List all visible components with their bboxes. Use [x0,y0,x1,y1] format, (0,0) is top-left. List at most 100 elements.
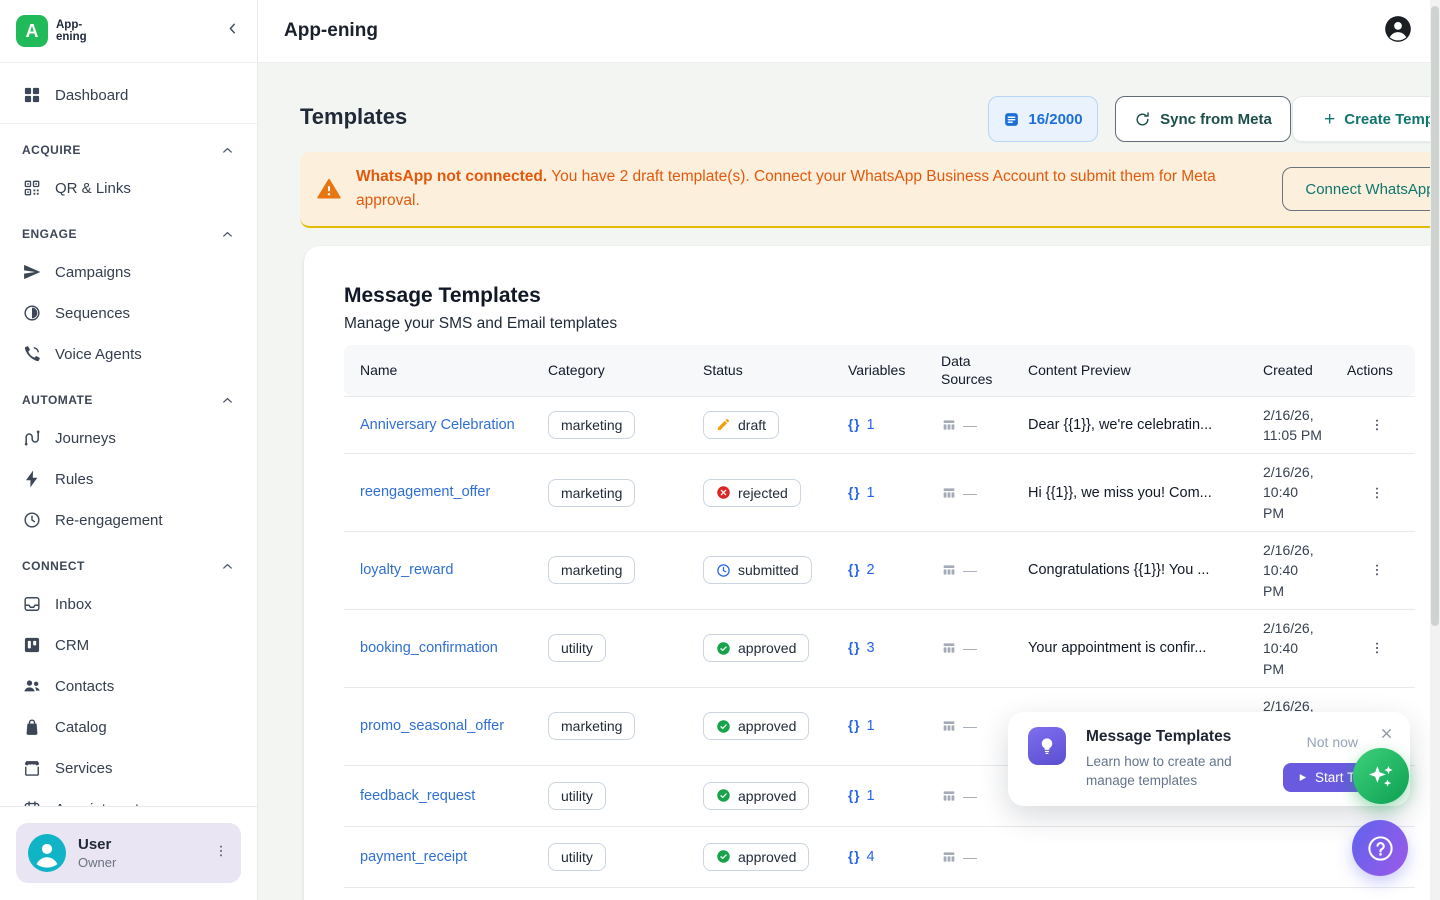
app-root: A App- ening Dashboard ACQUIREQR & Links E… [0,0,1440,900]
ai-assistant-fab[interactable] [1353,748,1409,804]
section-label: AUTOMATE [22,393,93,407]
category-chip: marketing [548,556,635,584]
app-logo[interactable]: A App- ening [16,15,87,47]
variable-count: 4 [867,849,875,865]
status-badge-rejected: rejected [703,479,801,507]
approved-status-icon [716,849,731,864]
not-now-button[interactable]: Not now [1307,734,1358,750]
warning-triangle-icon [316,176,342,202]
variable-count: 3 [867,640,875,656]
onboarding-popup: Message Templates Learn how to create an… [1008,712,1410,806]
sidebar-item-inbox[interactable]: Inbox [12,584,245,624]
sidebar-section-acquire[interactable]: ACQUIRE [12,132,245,168]
page-title: Templates [300,104,407,130]
sidebar-item-label: Contacts [55,678,114,695]
column-header-category: Category [532,345,687,396]
sidebar-section-connect[interactable]: CONNECT [12,548,245,584]
sidebar-item-rules[interactable]: Rules [12,459,245,499]
user-menu-button[interactable] [213,843,229,864]
kebab-menu-icon [1369,485,1385,501]
sidebar-item-label: CRM [55,637,89,654]
dashboard-icon [22,85,42,105]
column-header-variables: Variables [832,345,925,396]
scrollbar-thumb[interactable] [1431,6,1439,626]
sparkles-icon [1365,760,1397,792]
content-preview: Welcome to Glow and Grac... [1012,887,1247,900]
chevron-up-icon [220,559,235,574]
created-date: 2/16/26, 10:40 PM [1263,542,1314,599]
section-label: ENGAGE [22,227,77,241]
row-actions-button[interactable] [1369,562,1385,578]
template-name-link[interactable]: reengagement_offer [360,484,490,500]
template-name-link[interactable]: booking_confirmation [360,640,498,656]
app-logo-icon: A [16,15,48,47]
user-role: Owner [78,855,116,870]
sidebar-item-qr-links[interactable]: QR & Links [12,168,245,208]
data-sources-value: — [963,849,977,865]
sync-from-meta-button[interactable]: Sync from Meta [1115,96,1291,142]
help-fab[interactable] [1352,820,1408,876]
sidebar-item-services[interactable]: Services [12,748,245,788]
play-icon [1297,772,1308,783]
column-header-created: Created [1247,345,1331,396]
created-date: 2/16/26, 10:40 PM [1263,620,1314,677]
user-avatar [28,834,66,872]
template-quota-badge[interactable]: 16/2000 [988,96,1098,142]
sidebar-item-label: Sequences [55,305,130,322]
page-scrollbar[interactable] [1430,0,1440,900]
table-columns-icon [941,788,957,804]
data-sources-value: — [963,485,977,501]
column-header-data-sources: Data Sources [925,345,1012,396]
template-name-link[interactable]: Anniversary Celebration [360,417,515,433]
chevron-up-icon [220,393,235,408]
approved-status-icon [716,641,731,656]
template-name-link[interactable]: feedback_request [360,788,475,804]
table-columns-icon [941,640,957,656]
row-actions-button[interactable] [1369,417,1385,433]
row-actions-button[interactable] [1369,485,1385,501]
table-columns-icon [941,718,957,734]
created-date: 2/16/26, 10:40 PM [1263,464,1314,521]
template-name-link[interactable]: payment_receipt [360,849,467,865]
status-badge-approved: approved [703,843,809,871]
create-template-button[interactable]: + Create Template [1292,96,1440,142]
row-actions-button[interactable] [1369,640,1385,656]
braces-icon: {} [848,417,861,432]
template-name-link[interactable]: loyalty_reward [360,562,454,578]
content-preview: Hi {{1}}, we miss you! Com... [1012,454,1247,532]
sidebar-section-automate[interactable]: AUTOMATE [12,382,245,418]
sidebar-section-engage[interactable]: ENGAGE [12,216,245,252]
table-columns-icon [941,849,957,865]
popup-description: Learn how to create and manage templates [1086,752,1264,790]
content-preview: Dear {{1}}, we're celebratin... [1012,396,1247,454]
sidebar-item-contacts[interactable]: Contacts [12,666,245,706]
account-avatar-button[interactable] [1384,15,1412,48]
sidebar-item-re-engagement[interactable]: Re-engagement [12,500,245,540]
kanban-icon [22,635,42,655]
half-icon [22,303,42,323]
kebab-menu-icon [213,843,229,864]
sidebar-item-sequences[interactable]: Sequences [12,293,245,333]
bolt-icon [22,469,42,489]
user-name: User [78,836,116,855]
sidebar-collapse-button[interactable] [224,20,241,42]
connect-whatsapp-button[interactable]: Connect WhatsApp [1282,167,1440,211]
sidebar-item-dashboard[interactable]: Dashboard [12,75,245,115]
approved-status-icon [716,719,731,734]
template-name-link[interactable]: promo_seasonal_offer [360,718,504,734]
column-header-content-preview: Content Preview [1012,345,1247,396]
sidebar-item-catalog[interactable]: Catalog [12,707,245,747]
sidebar-item-journeys[interactable]: Journeys [12,418,245,458]
user-card[interactable]: User Owner [16,823,241,883]
column-header-status: Status [687,345,832,396]
category-chip: utility [548,634,606,662]
content-preview: Congratulations {{1}}! You ... [1012,532,1247,610]
close-icon[interactable] [1379,726,1394,741]
whatsapp-warning-banner: WhatsApp not connected. You have 2 draft… [300,152,1440,228]
variable-count: 1 [867,485,875,501]
sidebar-item-voice-agents[interactable]: Voice Agents [12,334,245,374]
category-chip: marketing [548,479,635,507]
sidebar-item-campaigns[interactable]: Campaigns [12,252,245,292]
sidebar-item-crm[interactable]: CRM [12,625,245,665]
sidebar-item-label: Re-engagement [55,512,163,529]
